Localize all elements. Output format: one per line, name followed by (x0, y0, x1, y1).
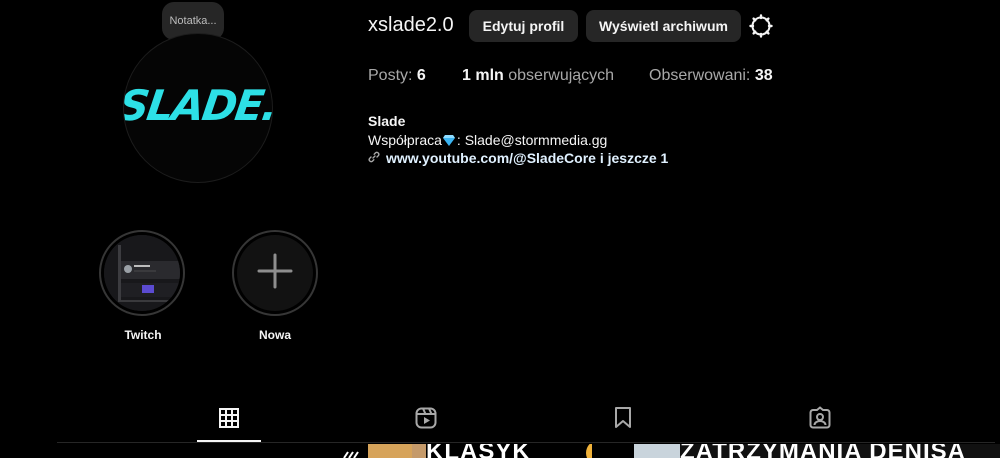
highlight-new[interactable] (232, 230, 318, 316)
followers-count: 1 mln (462, 67, 504, 84)
edit-profile-button[interactable]: Edytuj profil (469, 10, 578, 42)
plus-icon (255, 251, 295, 296)
posts-label: Posty: (368, 67, 413, 84)
profile-username: xslade2.0 (368, 14, 454, 36)
following-label: Obserwowani: (649, 67, 751, 84)
tab-saved[interactable] (610, 406, 636, 435)
thumb-5[interactable]: ZATRZYMANIA DENISA (680, 444, 1000, 458)
stat-posts: Posty: 6 (368, 67, 426, 85)
posts-grid-preview: KLASYK ZATRZYMANIA DENISA (338, 444, 1000, 458)
highlight-new-label: Nowa (258, 328, 291, 342)
thumb-4[interactable] (634, 444, 680, 458)
grid-icon (218, 407, 240, 434)
highlight-new-cover (237, 235, 313, 311)
followers-label: obserwujących (508, 67, 615, 84)
view-archive-button[interactable]: Wyświetl archiwum (586, 10, 741, 42)
bio-cooperation-email: : Slade@stormmedia.gg (456, 132, 608, 148)
tab-posts-grid[interactable] (216, 407, 242, 433)
tagged-user-icon (808, 405, 832, 435)
bio-name: Slade (368, 113, 406, 129)
bio-cooperation: Współpraca : Slade@stormmedia.gg (368, 132, 607, 148)
posts-count: 6 (416, 67, 426, 84)
highlight-twitch-label: Twitch (124, 328, 162, 342)
thumb-1[interactable] (338, 444, 368, 458)
tab-active-indicator (197, 440, 261, 442)
thumb-5-text: ZATRZYMANIA DENISA (680, 444, 966, 458)
thumb-3-text: KLASYK (426, 444, 531, 458)
bio-link[interactable]: www.youtube.com/@SladeCore i jeszcze 1 (368, 150, 668, 166)
thumb-2b (412, 444, 426, 458)
thumb-2[interactable] (368, 444, 412, 458)
thumb-3[interactable]: KLASYK (426, 444, 592, 458)
highlight-twitch-cover (104, 235, 180, 311)
avatar-logo-text: SLADE. (123, 80, 273, 130)
tab-tagged[interactable] (807, 405, 833, 435)
profile-avatar[interactable]: SLADE. (123, 33, 273, 183)
reels-icon (414, 406, 438, 435)
highlight-twitch[interactable] (99, 230, 185, 316)
stat-followers[interactable]: 1 mln obserwujących (462, 67, 614, 85)
bio-cooperation-prefix: Współpraca (368, 132, 442, 148)
note-text: Notatka... (169, 15, 217, 27)
gem-icon (442, 133, 455, 146)
settings-gear-icon[interactable] (749, 14, 773, 38)
bio-link-text: www.youtube.com/@SladeCore i jeszcze 1 (386, 150, 669, 166)
tab-reels[interactable] (413, 407, 439, 433)
following-count: 38 (754, 67, 773, 84)
tabs-divider (57, 442, 995, 443)
stat-following[interactable]: Obserwowani: 38 (649, 67, 773, 85)
bookmark-icon (612, 406, 634, 435)
link-icon (368, 150, 380, 166)
